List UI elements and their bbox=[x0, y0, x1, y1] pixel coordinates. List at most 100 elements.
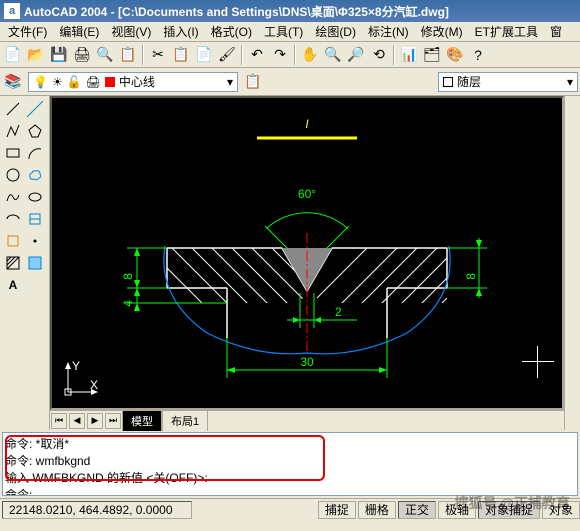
linetype-name: 随层 bbox=[457, 73, 481, 90]
menu-edit[interactable]: 编辑(E) bbox=[53, 21, 105, 42]
sun-icon: ☀ bbox=[52, 75, 63, 89]
window-title: AutoCAD 2004 - [C:\Documents and Setting… bbox=[24, 3, 449, 20]
ellipse-icon[interactable] bbox=[24, 186, 46, 208]
save-icon[interactable]: 💾 bbox=[48, 44, 70, 66]
separator bbox=[294, 45, 296, 65]
toolpal-icon[interactable]: 🎨 bbox=[444, 44, 466, 66]
text-icon[interactable]: A bbox=[2, 274, 24, 296]
separator bbox=[241, 45, 243, 65]
svg-text:I: I bbox=[305, 117, 309, 131]
color-swatch bbox=[443, 77, 453, 87]
zoom-window-icon[interactable]: 🔎 bbox=[345, 44, 367, 66]
drawing-svg: I 60° bbox=[52, 98, 562, 408]
circle-icon[interactable] bbox=[2, 164, 24, 186]
ellipse-arc-icon[interactable] bbox=[2, 208, 24, 230]
tab-last-icon[interactable]: ⏭ bbox=[105, 413, 121, 429]
make-block-icon[interactable] bbox=[2, 230, 24, 252]
command-window[interactable]: 命令: *取消* 命令: wmfbkgnd 输入 WMFBKGND 的新值 <关… bbox=[2, 432, 578, 496]
zoom-icon[interactable]: 🔍 bbox=[322, 44, 344, 66]
match-icon[interactable]: 🖌 bbox=[216, 44, 238, 66]
layer-toolbar: 📚 💡 ☀ 🔓 🖨 中心线 ▾ 📋 随层 ▾ bbox=[0, 68, 580, 96]
new-icon[interactable]: 📄 bbox=[2, 44, 24, 66]
drawing-canvas[interactable]: I 60° bbox=[50, 96, 564, 410]
redo-icon[interactable]: ↷ bbox=[269, 44, 291, 66]
layer-prev-icon[interactable]: 📋 bbox=[242, 71, 264, 93]
dcenter-icon[interactable]: 🗂 bbox=[421, 44, 443, 66]
coords-display: 22148.0210, 464.4892, 0.0000 bbox=[2, 501, 192, 519]
dropdown-icon: ▾ bbox=[227, 75, 233, 89]
tab-prev-icon[interactable]: ◀ bbox=[69, 413, 85, 429]
properties-icon[interactable]: 📊 bbox=[398, 44, 420, 66]
dropdown-icon: ▾ bbox=[567, 75, 573, 89]
point-icon[interactable] bbox=[24, 230, 46, 252]
pline-icon[interactable] bbox=[2, 120, 24, 142]
polygon-icon[interactable] bbox=[24, 120, 46, 142]
grid-toggle[interactable]: 栅格 bbox=[358, 501, 396, 519]
menu-file[interactable]: 文件(F) bbox=[2, 21, 53, 42]
menu-window[interactable]: 窗 bbox=[544, 21, 568, 42]
tab-layout1[interactable]: 布局1 bbox=[162, 410, 208, 431]
revcloud-icon[interactable] bbox=[24, 164, 46, 186]
svg-text:4: 4 bbox=[121, 300, 135, 307]
separator bbox=[393, 45, 395, 65]
svg-text:8: 8 bbox=[121, 273, 135, 280]
svg-text:Y: Y bbox=[72, 360, 80, 373]
svg-text:X: X bbox=[90, 378, 98, 392]
linetype-combo[interactable]: 随层 ▾ bbox=[438, 72, 578, 92]
lightbulb-icon: 💡 bbox=[33, 75, 48, 89]
print-icon[interactable]: 🖨 bbox=[71, 44, 93, 66]
zoom-prev-icon[interactable]: ⟲ bbox=[368, 44, 390, 66]
menu-tools[interactable]: 工具(T) bbox=[258, 21, 309, 42]
polar-toggle[interactable]: 极轴 bbox=[438, 501, 476, 519]
arc-icon[interactable] bbox=[24, 142, 46, 164]
menu-dimension[interactable]: 标注(N) bbox=[362, 21, 415, 42]
menu-modify[interactable]: 修改(M) bbox=[415, 21, 469, 42]
menu-draw[interactable]: 绘图(D) bbox=[309, 21, 362, 42]
layer-combo[interactable]: 💡 ☀ 🔓 🖨 中心线 ▾ bbox=[28, 72, 238, 92]
copy-icon[interactable]: 📋 bbox=[170, 44, 192, 66]
otrack-toggle[interactable]: 对象 bbox=[542, 501, 580, 519]
title-bar: a AutoCAD 2004 - [C:\Documents and Setti… bbox=[0, 0, 580, 22]
paste-icon[interactable]: 📄 bbox=[193, 44, 215, 66]
open-icon[interactable]: 📂 bbox=[25, 44, 47, 66]
cut-icon[interactable]: ✂ bbox=[147, 44, 169, 66]
canvas-wrap: I 60° bbox=[50, 96, 564, 430]
osnap-toggle[interactable]: 对象捕捉 bbox=[478, 501, 540, 519]
menu-et-tools[interactable]: ET扩展工具 bbox=[469, 21, 544, 42]
pan-icon[interactable]: ✋ bbox=[299, 44, 321, 66]
cmd-line: 输入 WMFBKGND 的新值 <关(OFF)>: bbox=[5, 469, 575, 486]
region-icon[interactable] bbox=[24, 252, 46, 274]
svg-text:2: 2 bbox=[335, 305, 342, 319]
spline-icon[interactable] bbox=[2, 186, 24, 208]
svg-text:8: 8 bbox=[464, 273, 478, 280]
undo-icon[interactable]: ↶ bbox=[246, 44, 268, 66]
svg-text:30: 30 bbox=[300, 355, 314, 369]
draw-toolbar: A bbox=[0, 96, 50, 430]
layer-manager-icon[interactable]: 📚 bbox=[2, 71, 24, 93]
xline-icon[interactable] bbox=[24, 98, 46, 120]
line-icon[interactable] bbox=[2, 98, 24, 120]
menu-view[interactable]: 视图(V) bbox=[105, 21, 157, 42]
publish-icon[interactable]: 📋 bbox=[117, 44, 139, 66]
insert-block-icon[interactable] bbox=[24, 208, 46, 230]
rectangle-icon[interactable] bbox=[2, 142, 24, 164]
ucs-icon: Y X bbox=[60, 360, 100, 400]
snap-toggle[interactable]: 捕捉 bbox=[318, 501, 356, 519]
menu-bar: 文件(F) 编辑(E) 视图(V) 插入(I) 格式(O) 工具(T) 绘图(D… bbox=[0, 22, 580, 42]
lock-icon: 🔓 bbox=[67, 75, 82, 89]
vert-scrollbar[interactable] bbox=[564, 96, 580, 430]
app-icon: a bbox=[4, 3, 20, 19]
svg-text:60°: 60° bbox=[298, 187, 316, 201]
tab-next-icon[interactable]: ▶ bbox=[87, 413, 103, 429]
ortho-toggle[interactable]: 正交 bbox=[398, 501, 436, 519]
help-icon[interactable]: ? bbox=[467, 44, 489, 66]
tab-first-icon[interactable]: ⏮ bbox=[51, 413, 67, 429]
print-layer-icon: 🖨 bbox=[86, 75, 101, 89]
menu-insert[interactable]: 插入(I) bbox=[157, 21, 204, 42]
tab-model[interactable]: 模型 bbox=[122, 410, 162, 431]
preview-icon[interactable]: 🔍 bbox=[94, 44, 116, 66]
standard-toolbar: 📄 📂 💾 🖨 🔍 📋 ✂ 📋 📄 🖌 ↶ ↷ ✋ 🔍 🔎 ⟲ 📊 🗂 🎨 ? bbox=[0, 42, 580, 68]
hatch-icon[interactable] bbox=[2, 252, 24, 274]
status-bar: 22148.0210, 464.4892, 0.0000 捕捉 栅格 正交 极轴… bbox=[0, 498, 580, 520]
menu-format[interactable]: 格式(O) bbox=[205, 21, 258, 42]
